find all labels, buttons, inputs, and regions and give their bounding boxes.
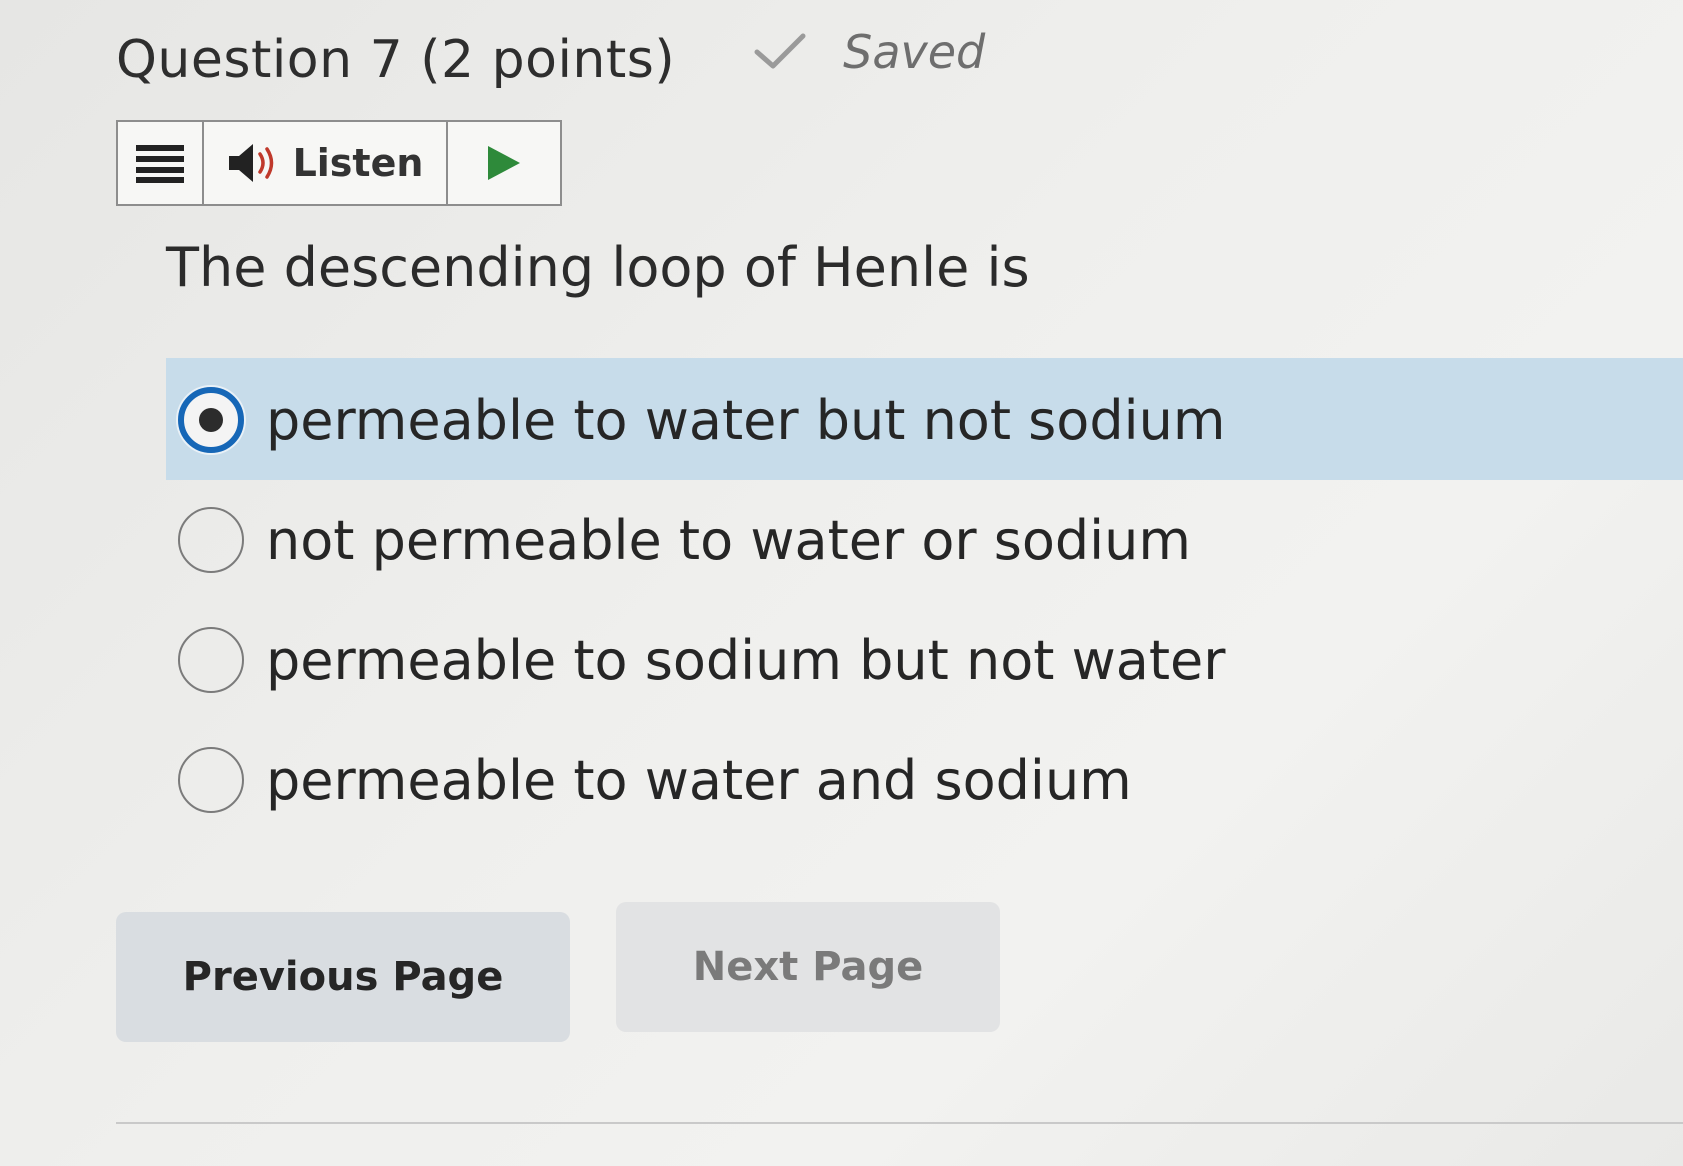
speaker-icon	[228, 144, 273, 182]
answer-options: permeable to water but not sodium not pe…	[166, 358, 1683, 840]
listen-button[interactable]: Listen	[204, 122, 448, 204]
radio-button[interactable]	[178, 627, 244, 693]
answer-option-3[interactable]: permeable to sodium but not water	[166, 600, 1683, 720]
answer-option-label: permeable to water but not sodium	[266, 388, 1226, 452]
divider	[116, 1122, 1683, 1124]
saved-label: Saved	[843, 25, 986, 79]
radio-button[interactable]	[178, 507, 244, 573]
play-button[interactable]	[448, 122, 560, 204]
radio-button[interactable]	[178, 747, 244, 813]
menu-button[interactable]	[118, 122, 204, 204]
answer-option-label: permeable to water and sodium	[266, 748, 1132, 812]
answer-option-label: not permeable to water or sodium	[266, 508, 1192, 572]
question-header: Question 7 (2 points) Saved	[116, 25, 985, 90]
checkmark-icon	[754, 33, 806, 69]
listen-label: Listen	[292, 141, 424, 185]
previous-page-button[interactable]: Previous Page	[116, 912, 570, 1042]
answer-option-label: permeable to sodium but not water	[266, 628, 1226, 692]
next-page-button[interactable]: Next Page	[616, 902, 1000, 1032]
saved-status: Saved	[753, 25, 985, 79]
answer-option-2[interactable]: not permeable to water or sodium	[166, 480, 1683, 600]
radio-button-selected[interactable]	[178, 387, 244, 453]
menu-icon	[136, 145, 184, 183]
question-prompt: The descending loop of Henle is	[166, 236, 1030, 299]
play-icon	[488, 146, 520, 180]
read-aloud-toolbar: Listen	[116, 120, 562, 206]
answer-option-1[interactable]: permeable to water but not sodium	[166, 358, 1683, 480]
answer-option-4[interactable]: permeable to water and sodium	[166, 720, 1683, 840]
question-title: Question 7 (2 points)	[116, 30, 676, 90]
